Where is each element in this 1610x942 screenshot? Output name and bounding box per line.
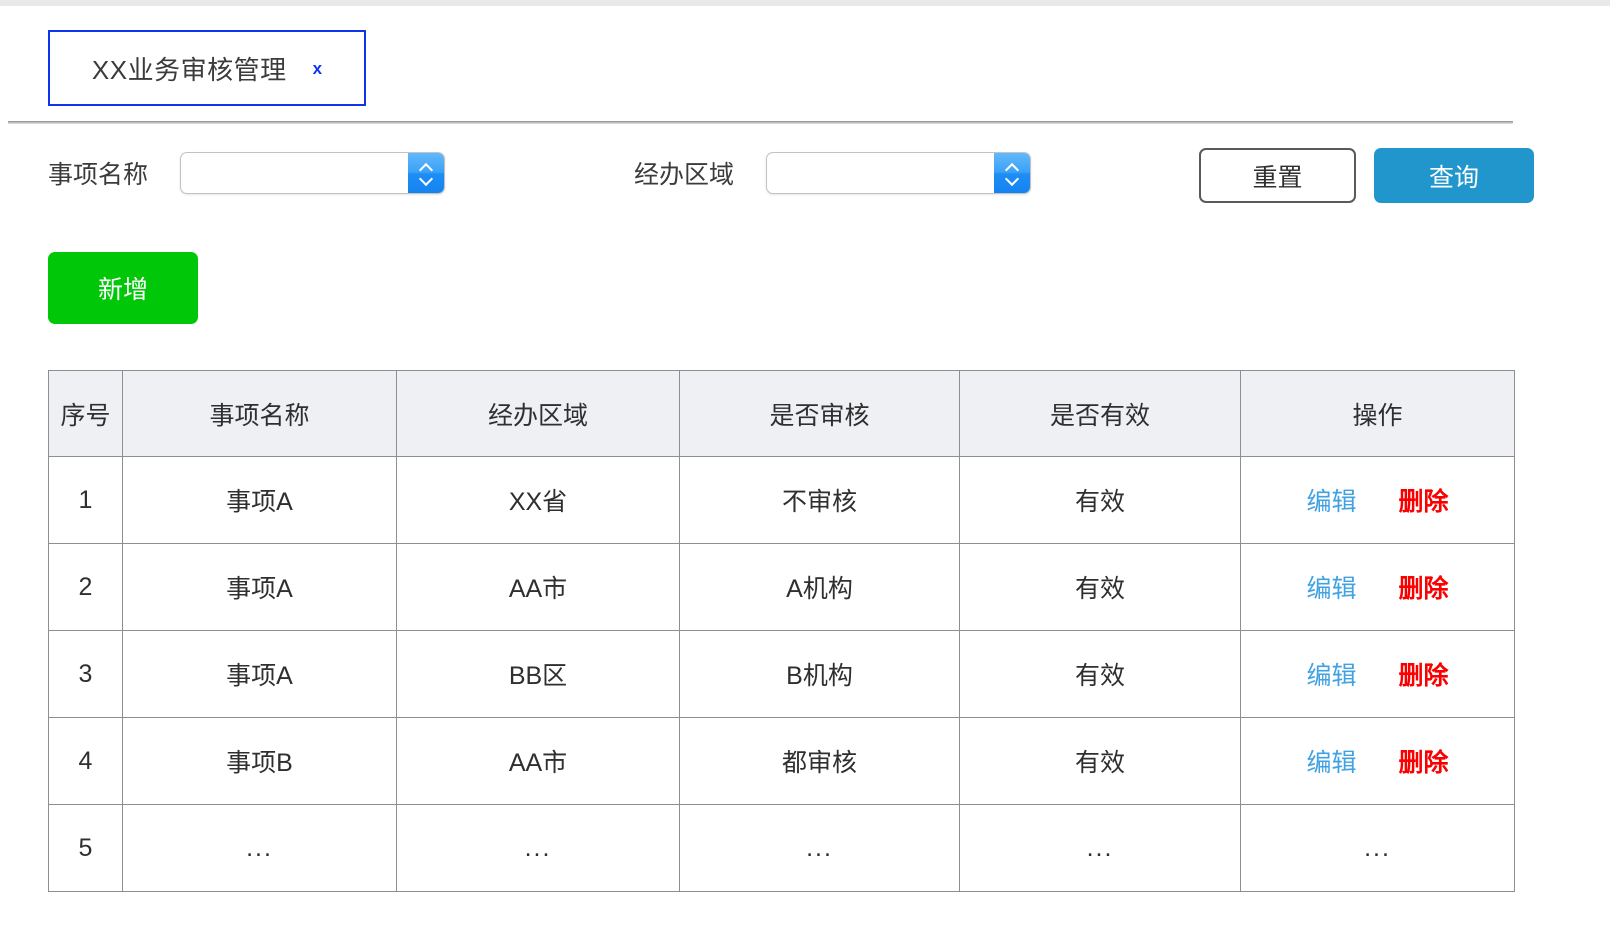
table-row[interactable]: 5 ... ... ... ... ... bbox=[48, 804, 1515, 892]
cell-audit: 不审核 bbox=[679, 456, 960, 544]
edit-link[interactable]: 编辑 bbox=[1306, 482, 1356, 518]
cell-name: 事项A bbox=[122, 630, 397, 718]
chevron-down-icon bbox=[420, 175, 433, 183]
select-box[interactable] bbox=[180, 152, 446, 194]
column-header-name: 事项名称 bbox=[122, 370, 397, 457]
cell-ops: 编辑 删除 bbox=[1240, 456, 1515, 544]
chevron-down-icon bbox=[1006, 175, 1019, 183]
delete-link[interactable]: 删除 bbox=[1399, 482, 1449, 518]
filter-region-label: 经办区域 bbox=[634, 161, 735, 189]
filter-item-name-label: 事项名称 bbox=[48, 161, 149, 189]
tab-bar: XX业务审核管理 x bbox=[48, 30, 366, 106]
page-root: XX业务审核管理 x 事项名称 经办区域 重置 查询 新增 序号 事项名称 经办… bbox=[0, 0, 1610, 942]
row-actions: 编辑 删除 bbox=[1242, 656, 1513, 692]
filter-region-select[interactable] bbox=[766, 152, 1032, 194]
cell-index: 1 bbox=[48, 456, 123, 544]
column-header-audit: 是否审核 bbox=[679, 370, 960, 457]
filter-item-name-select[interactable] bbox=[180, 152, 446, 194]
cell-ops: ... bbox=[1240, 804, 1515, 892]
delete-link[interactable]: 删除 bbox=[1399, 743, 1449, 779]
cell-audit: B机构 bbox=[679, 630, 960, 718]
tab-label: XX业务审核管理 bbox=[91, 54, 287, 85]
table-header-row: 序号 事项名称 经办区域 是否审核 是否有效 操作 bbox=[48, 370, 1515, 457]
reset-button[interactable]: 重置 bbox=[1199, 148, 1356, 203]
edit-link[interactable]: 编辑 bbox=[1306, 656, 1356, 692]
cell-area: AA市 bbox=[396, 717, 680, 805]
table-row[interactable]: 1 事项A XX省 不审核 有效 编辑 删除 bbox=[48, 456, 1515, 544]
filter-item-name: 事项名称 bbox=[48, 152, 446, 194]
close-icon[interactable]: x bbox=[313, 60, 322, 77]
table-header: 序号 事项名称 经办区域 是否审核 是否有效 操作 bbox=[48, 370, 1515, 457]
cell-name: 事项A bbox=[122, 543, 397, 631]
delete-link[interactable]: 删除 bbox=[1399, 569, 1449, 605]
edit-link[interactable]: 编辑 bbox=[1306, 569, 1356, 605]
cell-area: ... bbox=[396, 804, 680, 892]
row-actions: 编辑 删除 bbox=[1242, 482, 1513, 518]
select-box[interactable] bbox=[766, 152, 1032, 194]
cell-audit: 都审核 bbox=[679, 717, 960, 805]
cell-index: 3 bbox=[48, 630, 123, 718]
chevron-updown-icon[interactable] bbox=[994, 153, 1031, 193]
cell-index: 4 bbox=[48, 717, 123, 805]
cell-name: 事项B bbox=[122, 717, 397, 805]
data-table-container: 序号 事项名称 经办区域 是否审核 是否有效 操作 1 事项A XX省 不审核 … bbox=[48, 370, 1515, 892]
column-header-valid: 是否有效 bbox=[959, 370, 1241, 457]
tab-business-audit-management[interactable]: XX业务审核管理 x bbox=[48, 30, 366, 106]
add-button[interactable]: 新增 bbox=[48, 252, 198, 324]
cell-area: BB区 bbox=[396, 630, 680, 718]
delete-link[interactable]: 删除 bbox=[1399, 656, 1449, 692]
table-body: 1 事项A XX省 不审核 有效 编辑 删除 2 事项A AA市 A机构 有效 … bbox=[48, 456, 1515, 892]
cell-ops: 编辑 删除 bbox=[1240, 630, 1515, 718]
cell-valid: 有效 bbox=[959, 717, 1241, 805]
cell-ops: 编辑 删除 bbox=[1240, 543, 1515, 631]
header-divider bbox=[8, 121, 1513, 124]
cell-name: ... bbox=[122, 804, 397, 892]
table-row[interactable]: 4 事项B AA市 都审核 有效 编辑 删除 bbox=[48, 717, 1515, 805]
cell-valid: 有效 bbox=[959, 630, 1241, 718]
row-actions: 编辑 删除 bbox=[1242, 569, 1513, 605]
query-button[interactable]: 查询 bbox=[1374, 148, 1534, 203]
cell-area: XX省 bbox=[396, 456, 680, 544]
cell-audit: ... bbox=[679, 804, 960, 892]
cell-valid: ... bbox=[959, 804, 1241, 892]
cell-valid: 有效 bbox=[959, 456, 1241, 544]
filter-region: 经办区域 bbox=[634, 152, 1032, 194]
cell-index: 2 bbox=[48, 543, 123, 631]
column-header-index: 序号 bbox=[48, 370, 123, 457]
chevron-up-icon bbox=[420, 164, 433, 172]
cell-audit: A机构 bbox=[679, 543, 960, 631]
chevron-up-icon bbox=[1006, 164, 1019, 172]
cell-valid: 有效 bbox=[959, 543, 1241, 631]
cell-name: 事项A bbox=[122, 456, 397, 544]
filter-row: 事项名称 经办区域 bbox=[0, 152, 1610, 210]
cell-index: 5 bbox=[48, 804, 123, 892]
column-header-area: 经办区域 bbox=[396, 370, 680, 457]
cell-area: AA市 bbox=[396, 543, 680, 631]
row-actions: 编辑 删除 bbox=[1242, 743, 1513, 779]
top-strip bbox=[0, 0, 1610, 6]
chevron-updown-icon[interactable] bbox=[408, 153, 445, 193]
edit-link[interactable]: 编辑 bbox=[1306, 743, 1356, 779]
column-header-ops: 操作 bbox=[1240, 370, 1515, 457]
cell-ops: 编辑 删除 bbox=[1240, 717, 1515, 805]
table-row[interactable]: 3 事项A BB区 B机构 有效 编辑 删除 bbox=[48, 630, 1515, 718]
table-row[interactable]: 2 事项A AA市 A机构 有效 编辑 删除 bbox=[48, 543, 1515, 631]
data-table: 序号 事项名称 经办区域 是否审核 是否有效 操作 1 事项A XX省 不审核 … bbox=[48, 370, 1515, 892]
